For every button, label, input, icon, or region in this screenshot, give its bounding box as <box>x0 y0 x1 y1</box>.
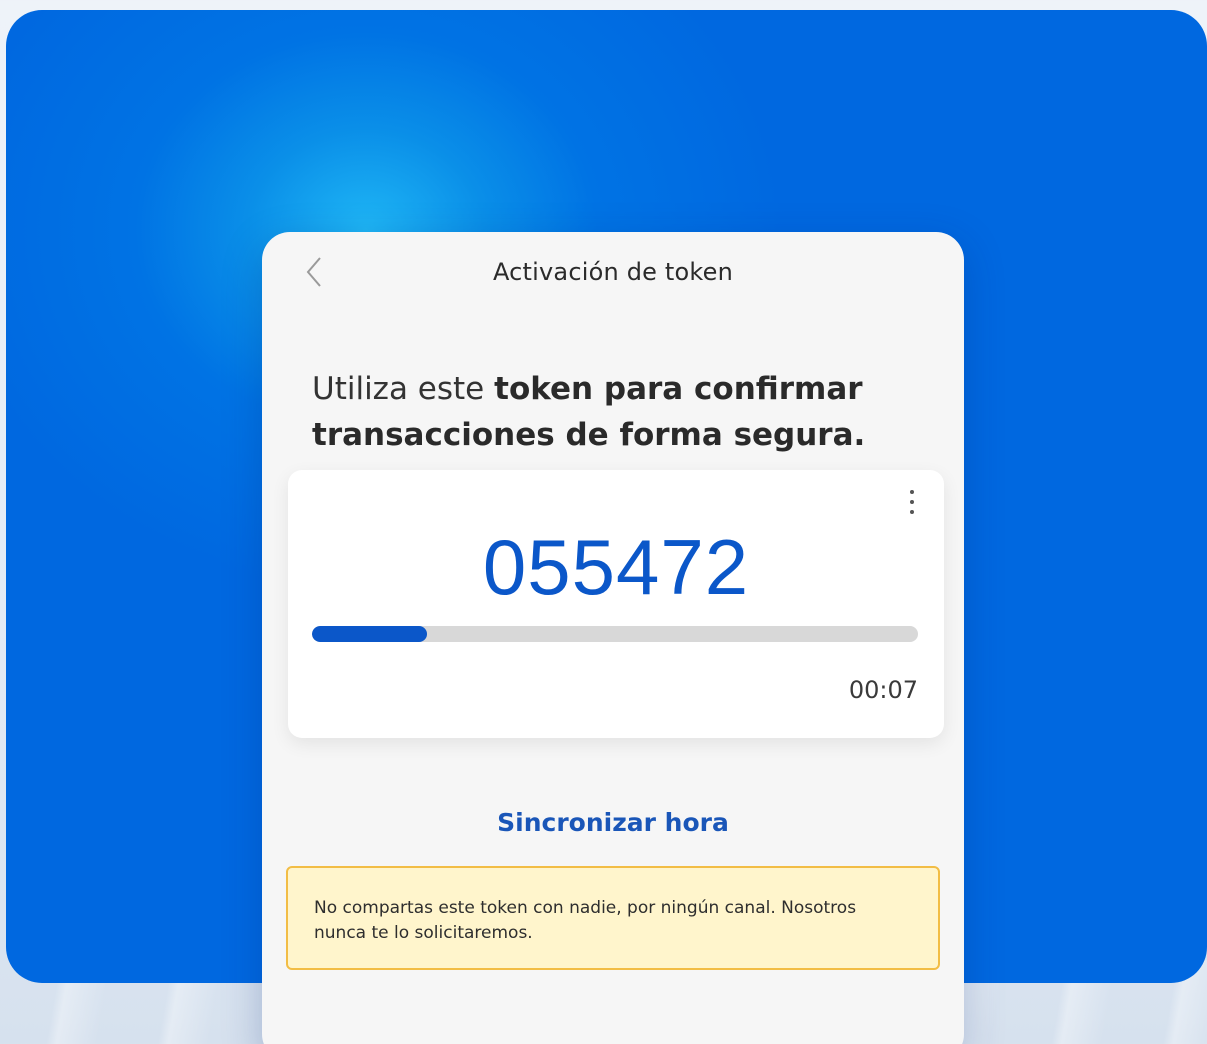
warning-text: No compartas este token con nadie, por n… <box>314 898 857 943</box>
headline: Utiliza este token para confirmar transa… <box>312 366 912 458</box>
warning-banner: No compartas este token con nadie, por n… <box>286 866 940 970</box>
page-title: Activación de token <box>492 258 734 286</box>
phone-screen: Activación de token Utiliza este token p… <box>262 232 964 1044</box>
headline-part-1: Utiliza este <box>312 371 495 407</box>
token-progress-bar <box>312 626 918 642</box>
token-timer: 00:07 <box>848 676 918 704</box>
token-card: 055472 00:07 <box>288 470 944 738</box>
kebab-menu-icon[interactable] <box>902 484 922 520</box>
sync-time-link[interactable]: Sincronizar hora <box>262 808 964 837</box>
token-code: 055472 <box>482 523 750 611</box>
token-progress-fill <box>312 626 428 642</box>
top-bar: Activación de token <box>262 232 964 312</box>
